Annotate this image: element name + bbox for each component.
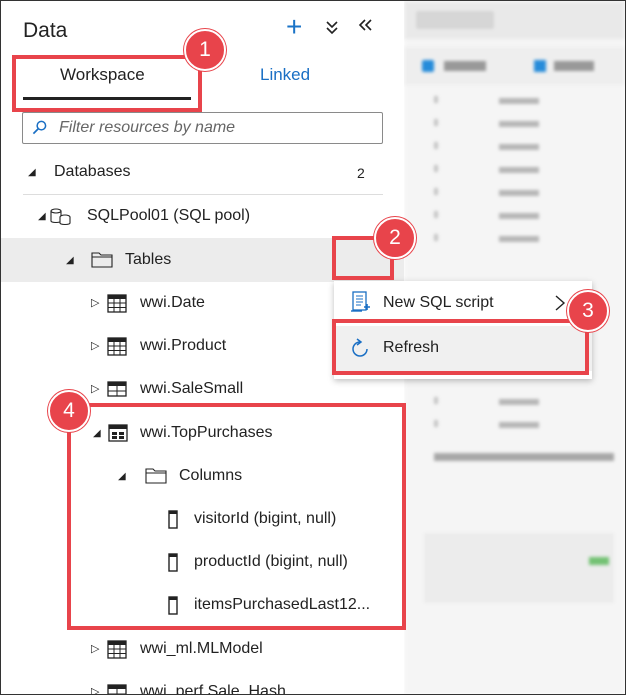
plus-icon[interactable]: + bbox=[286, 13, 302, 41]
line-number bbox=[434, 420, 438, 427]
table-icon bbox=[107, 684, 127, 694]
code-line bbox=[499, 167, 539, 173]
callout-box-table-details bbox=[67, 403, 406, 630]
tree-item-label: wwi_ml.MLModel bbox=[140, 640, 263, 657]
collapsed-caret-icon[interactable]: ▷ bbox=[91, 685, 99, 694]
search-icon bbox=[32, 120, 47, 135]
collapsed-caret-icon[interactable]: ▷ bbox=[91, 642, 99, 655]
hide-panel-icon[interactable] bbox=[357, 17, 373, 38]
collapsed-caret-icon[interactable]: ▷ bbox=[91, 382, 99, 395]
collapse-all-icon[interactable] bbox=[325, 19, 339, 39]
expanded-caret-icon[interactable]: ◢ bbox=[66, 255, 74, 266]
tree-item-label: Tables bbox=[125, 251, 172, 268]
result-message bbox=[434, 453, 614, 461]
editor-toolbar-label bbox=[444, 61, 486, 71]
tree-item-label: wwi.Date bbox=[140, 294, 205, 311]
tree-item-label: Databases bbox=[54, 163, 131, 180]
line-number bbox=[434, 211, 438, 218]
editor-toolbar-label bbox=[554, 61, 594, 71]
table-icon bbox=[107, 337, 127, 356]
code-line bbox=[499, 399, 539, 405]
editor-tab bbox=[416, 11, 494, 29]
sql-script-icon bbox=[351, 291, 370, 312]
panel-title: Data bbox=[23, 19, 68, 42]
code-line bbox=[499, 213, 539, 219]
callout-badge-3: 3 bbox=[567, 290, 609, 332]
tree-item-sqlpool[interactable]: ◢ SQLPool01 (SQL pool) bbox=[1, 195, 404, 238]
filter-input[interactable] bbox=[57, 117, 371, 139]
expanded-caret-icon[interactable]: ◢ bbox=[38, 211, 46, 222]
tree-item-label: wwi_perf.Sale_Hash bbox=[140, 683, 286, 695]
filter-box bbox=[22, 112, 383, 144]
tree-item-databases[interactable]: ◢ Databases 2 bbox=[1, 151, 404, 194]
collapsed-caret-icon[interactable]: ▷ bbox=[91, 296, 99, 309]
folder-icon bbox=[91, 252, 113, 268]
callout-badge-4: 4 bbox=[48, 390, 90, 432]
callout-box-refresh bbox=[332, 319, 589, 375]
line-number bbox=[434, 142, 438, 149]
line-number bbox=[434, 119, 438, 126]
line-number bbox=[434, 397, 438, 404]
code-line bbox=[499, 190, 539, 196]
status-indicator bbox=[589, 557, 609, 565]
tree-item-label: wwi.SaleSmall bbox=[140, 380, 244, 397]
add-cell-icon bbox=[422, 60, 434, 72]
line-number bbox=[434, 188, 438, 195]
sql-pool-icon bbox=[50, 208, 71, 226]
line-number bbox=[434, 234, 438, 241]
code-line bbox=[499, 236, 539, 242]
callout-badge-1: 1 bbox=[184, 29, 226, 71]
table-icon bbox=[107, 640, 127, 659]
tree-item-label: SQLPool01 (SQL pool) bbox=[87, 207, 251, 224]
line-number bbox=[434, 165, 438, 172]
callout-box-workspace bbox=[12, 55, 202, 112]
tree-item-label: wwi.Product bbox=[140, 337, 227, 354]
chevron-right-icon bbox=[555, 295, 566, 311]
code-line bbox=[499, 121, 539, 127]
code-line bbox=[499, 98, 539, 104]
line-number bbox=[434, 96, 438, 103]
database-count: 2 bbox=[357, 165, 365, 181]
callout-badge-2: 2 bbox=[374, 217, 416, 259]
code-line bbox=[499, 422, 539, 428]
tree-item-table[interactable]: ▷ wwi_ml.MLModel bbox=[1, 628, 404, 671]
result-grid bbox=[424, 533, 614, 603]
table-icon bbox=[107, 381, 127, 397]
tab-linked[interactable]: Linked bbox=[260, 65, 310, 85]
code-line bbox=[499, 144, 539, 150]
collapsed-caret-icon[interactable]: ▷ bbox=[91, 339, 99, 352]
table-icon bbox=[107, 294, 127, 313]
menu-item-label: New SQL script bbox=[383, 294, 494, 311]
screenshot-frame: Data + Workspace Linked ◢ Databases 2 ◢ bbox=[0, 0, 626, 695]
expanded-caret-icon[interactable]: ◢ bbox=[28, 167, 36, 178]
tree-item-table[interactable]: ▷ wwi_perf.Sale_Hash bbox=[1, 671, 404, 695]
run-all-icon bbox=[534, 60, 546, 72]
